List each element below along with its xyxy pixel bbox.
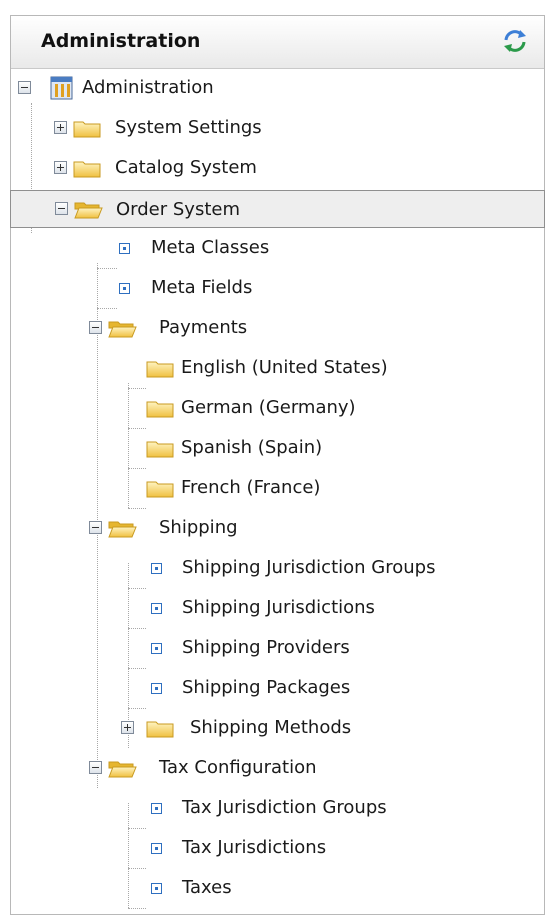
folder-open-icon [108,521,137,538]
tree-node-label: Order System [116,199,240,220]
expand-icon[interactable] [121,721,134,734]
tree-node-shipping-providers[interactable]: Shipping Providers [11,630,544,666]
collapse-icon[interactable] [55,202,68,215]
collapse-icon[interactable] [89,521,102,534]
tree-node-german[interactable]: German (Germany) [11,390,544,426]
tree-node-label: Administration [82,77,214,98]
collapse-icon[interactable] [18,81,31,94]
tree-node-tax-jurisdictions[interactable]: Tax Jurisdictions [11,830,544,866]
folder-open-icon [108,321,137,338]
tree-node-spanish[interactable]: Spanish (Spain) [11,430,544,466]
tree-node-label: Shipping Packages [182,677,351,698]
tree-node-english-us[interactable]: English (United States) [11,350,544,386]
folder-closed-icon [73,121,101,138]
leaf-node-icon [151,683,162,694]
tree-node-label: Catalog System [115,157,257,178]
folder-closed-icon [73,161,101,178]
tree-node-label: Shipping [159,517,238,538]
tree-node-label: Tax Jurisdictions [182,837,327,858]
leaf-node-icon [151,883,162,894]
folder-closed-icon [146,401,174,418]
collapse-icon[interactable] [89,321,102,334]
tree-node-shipping-packages[interactable]: Shipping Packages [11,670,544,706]
tree-node-label: Meta Fields [151,277,253,298]
leaf-node-icon [151,563,162,574]
tree-node-shipping-methods[interactable]: Shipping Methods [11,710,544,746]
folder-closed-icon [146,721,174,738]
tree-node-label: English (United States) [181,357,388,378]
tree-node-taxes[interactable]: Taxes [11,870,544,906]
tree-node-shipping-jurisdiction-groups[interactable]: Shipping Jurisdiction Groups [11,550,544,586]
tree-node-label: German (Germany) [181,397,356,418]
leaf-node-icon [151,843,162,854]
tree-node-label: Tax Jurisdiction Groups [182,797,387,818]
folder-open-icon [74,202,103,219]
tree-node-label: Spanish (Spain) [181,437,323,458]
folder-closed-icon [146,361,174,378]
tree-node-administration[interactable]: Administration [11,70,544,106]
tree-node-label: Taxes [182,877,232,898]
tree-node-label: Shipping Providers [182,637,350,658]
expand-icon[interactable] [54,121,67,134]
tree-node-label: Tax Configuration [159,757,317,778]
leaf-node-icon [119,243,130,254]
tree-node-system-settings[interactable]: System Settings [11,110,544,146]
tree-node-catalog-system[interactable]: Catalog System [11,150,544,186]
tree-node-meta-classes[interactable]: Meta Classes [11,230,544,266]
tree-node-meta-fields[interactable]: Meta Fields [11,270,544,306]
leaf-node-icon [151,643,162,654]
tree-node-label: French (France) [181,477,321,498]
expand-icon[interactable] [54,161,67,174]
tree-node-tax-configuration[interactable]: Tax Configuration [11,750,544,786]
tree-node-order-system[interactable]: Order System [10,190,545,228]
folder-open-icon [108,761,137,778]
tree-node-label: Shipping Jurisdictions [182,597,375,618]
collapse-icon[interactable] [89,761,102,774]
leaf-node-icon [151,803,162,814]
tree-node-label: Shipping Jurisdiction Groups [182,557,436,578]
folder-closed-icon [146,481,174,498]
tree-node-french[interactable]: French (France) [11,470,544,506]
tree-node-tax-jurisdiction-groups[interactable]: Tax Jurisdiction Groups [11,790,544,826]
tree-node-shipping[interactable]: Shipping [11,510,544,546]
tree-node-label: System Settings [115,117,262,138]
leaf-node-icon [119,283,130,294]
tree-node-label: Payments [159,317,248,338]
tree-node-shipping-jurisdictions[interactable]: Shipping Jurisdictions [11,590,544,626]
tree-node-payments[interactable]: Payments [11,310,544,346]
tree-node-label: Meta Classes [151,237,270,258]
leaf-node-icon [151,603,162,614]
refresh-icon[interactable] [500,26,530,56]
tree-node-label: Shipping Methods [190,717,352,738]
folder-closed-icon [146,441,174,458]
panel-title: Administration [41,30,201,52]
admin-panel: Administration Administration System Set… [10,15,545,915]
admin-icon [50,76,73,100]
panel-header: Administration [11,16,544,69]
